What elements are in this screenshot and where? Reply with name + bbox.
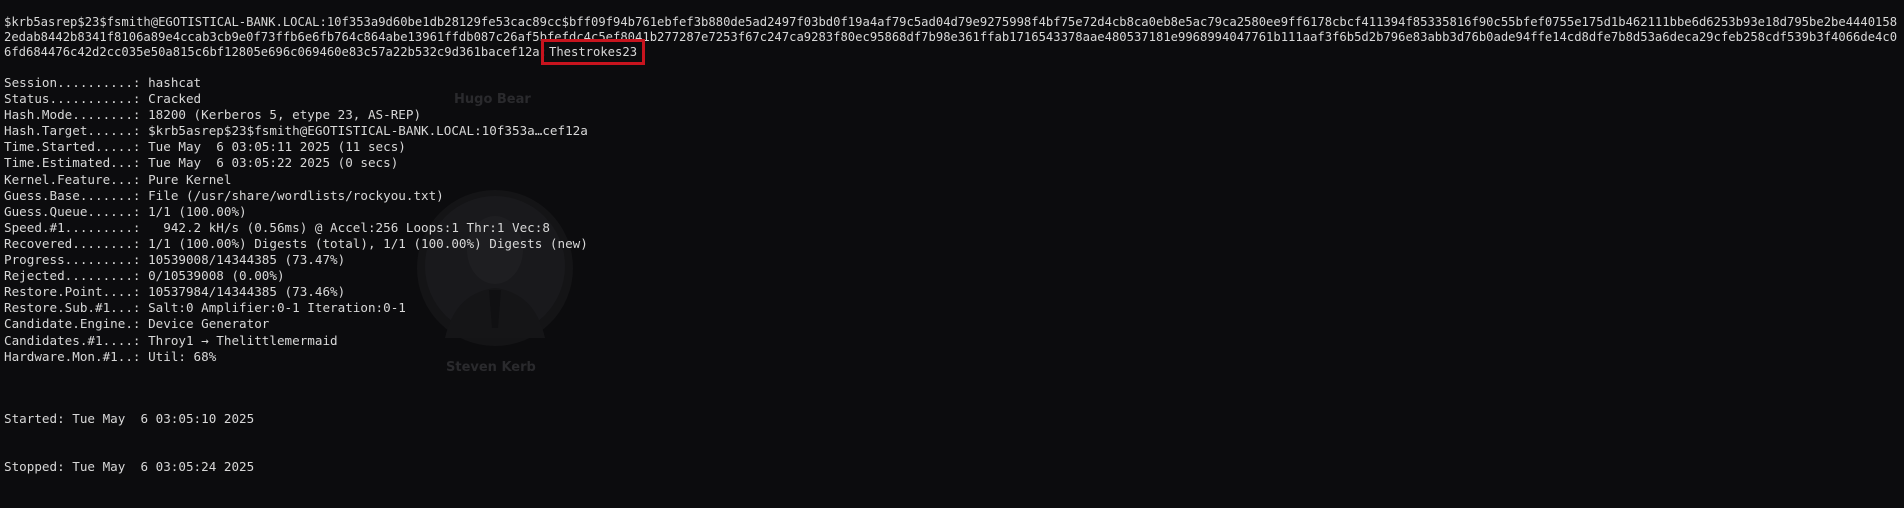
status-value: File (/usr/share/wordlists/rockyou.txt) <box>140 187 444 203</box>
status-value: 1/1 (100.00%) Digests (total), 1/1 (100.… <box>140 235 588 251</box>
status-key: Progress.........: <box>4 252 141 268</box>
status-row: Restore.Point....: 10537984/14344385 (73… <box>4 284 588 300</box>
status-key: Guess.Base.......: <box>4 187 141 203</box>
status-row: Time.Started.....: Tue May 6 03:05:11 20… <box>4 139 588 155</box>
status-key: Rejected.........: <box>4 268 141 284</box>
cracked-hash-line: $krb5asrep$23$fsmith@EGOTISTICAL-BANK.LO… <box>4 15 1899 65</box>
status-value: Throy1 → Thelittlemermaid <box>140 332 338 348</box>
status-key: Kernel.Feature...: <box>4 171 141 187</box>
status-row: Guess.Queue......: 1/1 (100.00%) <box>4 204 588 220</box>
status-key: Hash.Target......: <box>4 123 141 139</box>
status-value: 1/1 (100.00%) <box>140 203 247 219</box>
status-key: Time.Estimated...: <box>4 155 141 171</box>
started-line: Started: Tue May 6 03:05:10 2025 <box>4 411 255 427</box>
hashcat-status-block: Session..........: hashcat Status........… <box>4 75 588 365</box>
status-key: Guess.Queue......: <box>4 203 141 219</box>
status-row: Hash.Target......: $krb5asrep$23$fsmith@… <box>4 123 588 139</box>
status-key: Restore.Sub.#1...: <box>4 300 141 316</box>
status-key: Candidates.#1....: <box>4 332 141 348</box>
status-row: Guess.Base.......: File (/usr/share/word… <box>4 188 588 204</box>
status-value: $krb5asrep$23$fsmith@EGOTISTICAL-BANK.LO… <box>140 123 588 139</box>
cracked-password-highlight: Thestrokes23 <box>540 39 646 65</box>
status-key: Status...........: <box>4 91 141 107</box>
status-value: Tue May 6 03:05:11 2025 (11 secs) <box>140 139 406 155</box>
status-row: Hardware.Mon.#1..: Util: 68% <box>4 349 588 365</box>
status-key: Hardware.Mon.#1..: <box>4 348 141 364</box>
status-value: Device Generator <box>140 316 270 332</box>
status-key: Recovered........: <box>4 235 141 251</box>
status-row: Session..........: hashcat <box>4 75 588 91</box>
status-value: Util: 68% <box>140 348 217 364</box>
status-row: Kernel.Feature...: Pure Kernel <box>4 172 588 188</box>
status-key: Session..........: <box>4 75 141 90</box>
asrep-hash-text: $krb5asrep$23$fsmith@EGOTISTICAL-BANK.LO… <box>4 15 1898 59</box>
status-value: 942.2 kH/s (0.56ms) @ Accel:256 Loops:1 … <box>140 219 550 235</box>
status-key: Hash.Mode........: <box>4 107 141 123</box>
status-key: Time.Started.....: <box>4 139 141 155</box>
status-row: Recovered........: 1/1 (100.00%) Digests… <box>4 236 588 252</box>
status-value: 10537984/14344385 (73.46%) <box>140 284 346 300</box>
status-row: Candidate.Engine.: Device Generator <box>4 316 588 332</box>
timing-block: Started: Tue May 6 03:05:10 2025 Stopped… <box>4 379 254 508</box>
status-value: Cracked <box>140 91 202 107</box>
status-value: Salt:0 Amplifier:0-1 Iteration:0-1 <box>140 300 406 316</box>
status-key: Speed.#1.........: <box>4 219 141 235</box>
status-value: Pure Kernel <box>140 171 232 187</box>
status-value: 0/10539008 (0.00%) <box>140 268 285 284</box>
terminal-window[interactable]: Hugo Bear Steven Kerb $krb5asrep$23$fsmi… <box>0 0 1904 474</box>
status-row: Restore.Sub.#1...: Salt:0 Amplifier:0-1 … <box>4 300 588 316</box>
status-key: Candidate.Engine.: <box>4 316 141 332</box>
status-row: Status...........: Cracked <box>4 91 588 107</box>
status-row: Rejected.........: 0/10539008 (0.00%) <box>4 268 588 284</box>
status-value: 10539008/14344385 (73.47%) <box>140 252 346 268</box>
status-row: Candidates.#1....: Throy1 → Thelittlemer… <box>4 333 588 349</box>
stopped-line: Stopped: Tue May 6 03:05:24 2025 <box>4 459 255 475</box>
status-row: Speed.#1.........: 942.2 kH/s (0.56ms) @… <box>4 220 588 236</box>
status-value: 18200 (Kerberos 5, etype 23, AS-REP) <box>140 107 422 123</box>
status-key: Restore.Point....: <box>4 284 141 300</box>
status-row: Progress.........: 10539008/14344385 (73… <box>4 252 588 268</box>
status-value: hashcat <box>140 75 202 90</box>
status-value: Tue May 6 03:05:22 2025 (0 secs) <box>140 155 399 171</box>
status-row: Time.Estimated...: Tue May 6 03:05:22 20… <box>4 155 588 171</box>
status-row: Hash.Mode........: 18200 (Kerberos 5, et… <box>4 107 588 123</box>
